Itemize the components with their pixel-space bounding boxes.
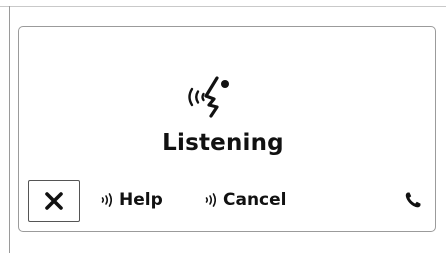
help-voice-command[interactable]: Help [100,186,163,214]
close-icon [45,192,63,210]
speak-icon [205,193,216,207]
voice-recognition-icon [188,76,229,118]
close-button[interactable] [28,180,80,222]
phone-icon[interactable] [404,191,422,209]
top-divider [0,6,446,7]
help-command-label: Help [119,190,163,210]
voice-recognition-screen: Listening Help Cancel [0,0,446,253]
cancel-command-label: Cancel [223,190,287,210]
speak-icon [101,193,112,207]
listening-status: Listening [162,130,284,156]
cancel-voice-command[interactable]: Cancel [204,186,286,214]
